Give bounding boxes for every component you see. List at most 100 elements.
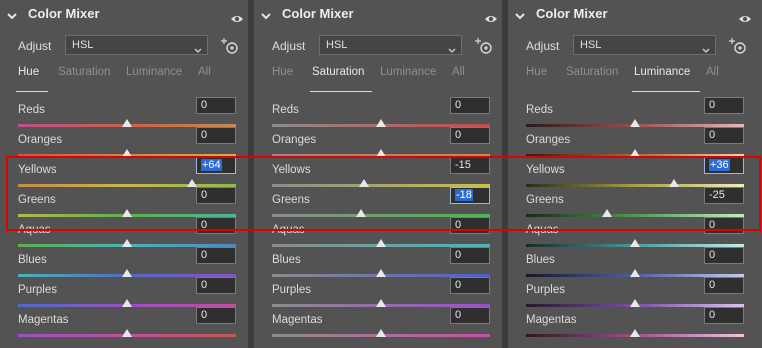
- slider-label: Yellows: [18, 164, 57, 176]
- slider-thumb[interactable]: [630, 149, 640, 157]
- value-field[interactable]: 0: [196, 127, 236, 144]
- slider-thumb[interactable]: [122, 149, 132, 157]
- value-text: 0: [201, 309, 208, 321]
- value-text: 0: [709, 99, 716, 111]
- adjust-select-value: HSL: [326, 39, 348, 51]
- tab-saturation[interactable]: Saturation: [58, 66, 110, 78]
- adjust-select[interactable]: HSL: [573, 35, 716, 55]
- value-field[interactable]: 0: [196, 217, 236, 234]
- value-text: 0: [201, 279, 208, 291]
- slider-thumb[interactable]: [602, 209, 612, 217]
- targeted-adjustment-icon[interactable]: [220, 37, 239, 55]
- eye-icon[interactable]: [738, 11, 752, 22]
- slider-thumb[interactable]: [376, 329, 386, 337]
- value-field[interactable]: 0: [704, 97, 744, 114]
- tab-hue[interactable]: Hue: [18, 66, 39, 78]
- chevron-down-icon[interactable]: [6, 9, 18, 21]
- slider-thumb[interactable]: [122, 209, 132, 217]
- value-field[interactable]: 0: [196, 97, 236, 114]
- slider-thumb[interactable]: [630, 299, 640, 307]
- slider-label: Yellows: [272, 164, 311, 176]
- tab-luminance[interactable]: Luminance: [634, 66, 690, 78]
- slider-thumb[interactable]: [356, 209, 366, 217]
- value-field[interactable]: 0: [450, 97, 490, 114]
- slider-thumb[interactable]: [669, 179, 679, 187]
- value-field[interactable]: -18: [450, 187, 490, 204]
- panel-title: Color Mixer: [536, 6, 608, 21]
- value-field[interactable]: 0: [450, 127, 490, 144]
- tab-saturation[interactable]: Saturation: [312, 66, 364, 78]
- value-field[interactable]: -25: [704, 187, 744, 204]
- tab-all[interactable]: All: [198, 66, 211, 78]
- value-text: 0: [201, 189, 208, 201]
- slider-thumb[interactable]: [359, 179, 369, 187]
- slider-label: Oranges: [18, 134, 63, 146]
- value-field[interactable]: -15: [450, 157, 490, 174]
- value-field[interactable]: 0: [704, 277, 744, 294]
- active-tab-underline: [16, 91, 48, 92]
- value-field[interactable]: 0: [196, 247, 236, 264]
- targeted-adjustment-icon[interactable]: [728, 37, 747, 55]
- slider-thumb[interactable]: [376, 149, 386, 157]
- value-field[interactable]: +36: [704, 157, 744, 174]
- value-text: +36: [709, 159, 730, 171]
- panel-header[interactable]: Color Mixer: [512, 5, 760, 25]
- slider-thumb[interactable]: [376, 269, 386, 277]
- value-text: 0: [709, 249, 716, 261]
- value-field[interactable]: 0: [450, 247, 490, 264]
- slider-thumb[interactable]: [630, 239, 640, 247]
- value-field[interactable]: 0: [450, 277, 490, 294]
- slider-thumb[interactable]: [376, 239, 386, 247]
- slider-thumb[interactable]: [630, 329, 640, 337]
- slider-thumb[interactable]: [630, 269, 640, 277]
- slider-label: Aquas: [526, 224, 559, 236]
- eye-icon[interactable]: [230, 11, 244, 22]
- value-field[interactable]: 0: [196, 187, 236, 204]
- targeted-adjustment-icon[interactable]: [474, 37, 493, 55]
- tab-all[interactable]: All: [706, 66, 719, 78]
- chevron-down-icon: [448, 42, 456, 53]
- chevron-down-icon[interactable]: [260, 9, 272, 21]
- slider-label: Oranges: [526, 134, 571, 146]
- tab-all[interactable]: All: [452, 66, 465, 78]
- value-text: -18: [455, 189, 473, 201]
- adjust-select[interactable]: HSL: [65, 35, 208, 55]
- tab-luminance[interactable]: Luminance: [126, 66, 182, 78]
- value-text: 0: [709, 309, 716, 321]
- tab-luminance[interactable]: Luminance: [380, 66, 436, 78]
- slider-thumb[interactable]: [122, 299, 132, 307]
- eye-icon[interactable]: [484, 11, 498, 22]
- value-field[interactable]: 0: [196, 307, 236, 324]
- value-field[interactable]: 0: [704, 307, 744, 324]
- slider-thumb[interactable]: [122, 329, 132, 337]
- slider-thumb[interactable]: [122, 269, 132, 277]
- value-text: 0: [455, 279, 462, 291]
- slider-thumb[interactable]: [630, 119, 640, 127]
- slider-label: Purples: [18, 284, 57, 296]
- slider-thumb[interactable]: [376, 119, 386, 127]
- slider-label: Aquas: [272, 224, 305, 236]
- value-field[interactable]: 0: [704, 127, 744, 144]
- tab-saturation[interactable]: Saturation: [566, 66, 618, 78]
- value-field[interactable]: 0: [704, 247, 744, 264]
- slider-thumb[interactable]: [122, 119, 132, 127]
- value-field[interactable]: 0: [450, 307, 490, 324]
- chevron-down-icon: [194, 42, 202, 53]
- panel-header[interactable]: Color Mixer: [258, 5, 506, 25]
- tab-hue[interactable]: Hue: [272, 66, 293, 78]
- slider-thumb[interactable]: [376, 299, 386, 307]
- value-field[interactable]: +64: [196, 157, 236, 174]
- value-field[interactable]: 0: [704, 217, 744, 234]
- panel-header[interactable]: Color Mixer: [4, 5, 252, 25]
- slider-label: Purples: [526, 284, 565, 296]
- value-field[interactable]: 0: [450, 217, 490, 234]
- slider-thumb[interactable]: [122, 239, 132, 247]
- value-text: 0: [201, 249, 208, 261]
- adjust-select[interactable]: HSL: [319, 35, 462, 55]
- tab-hue[interactable]: Hue: [526, 66, 547, 78]
- color-mixer-panel-hue: Color Mixer Adjust HSL Hue Saturation Luminan…: [0, 0, 248, 348]
- slider-thumb[interactable]: [187, 179, 197, 187]
- chevron-down-icon[interactable]: [514, 9, 526, 21]
- slider-label: Greens: [526, 194, 564, 206]
- value-field[interactable]: 0: [196, 277, 236, 294]
